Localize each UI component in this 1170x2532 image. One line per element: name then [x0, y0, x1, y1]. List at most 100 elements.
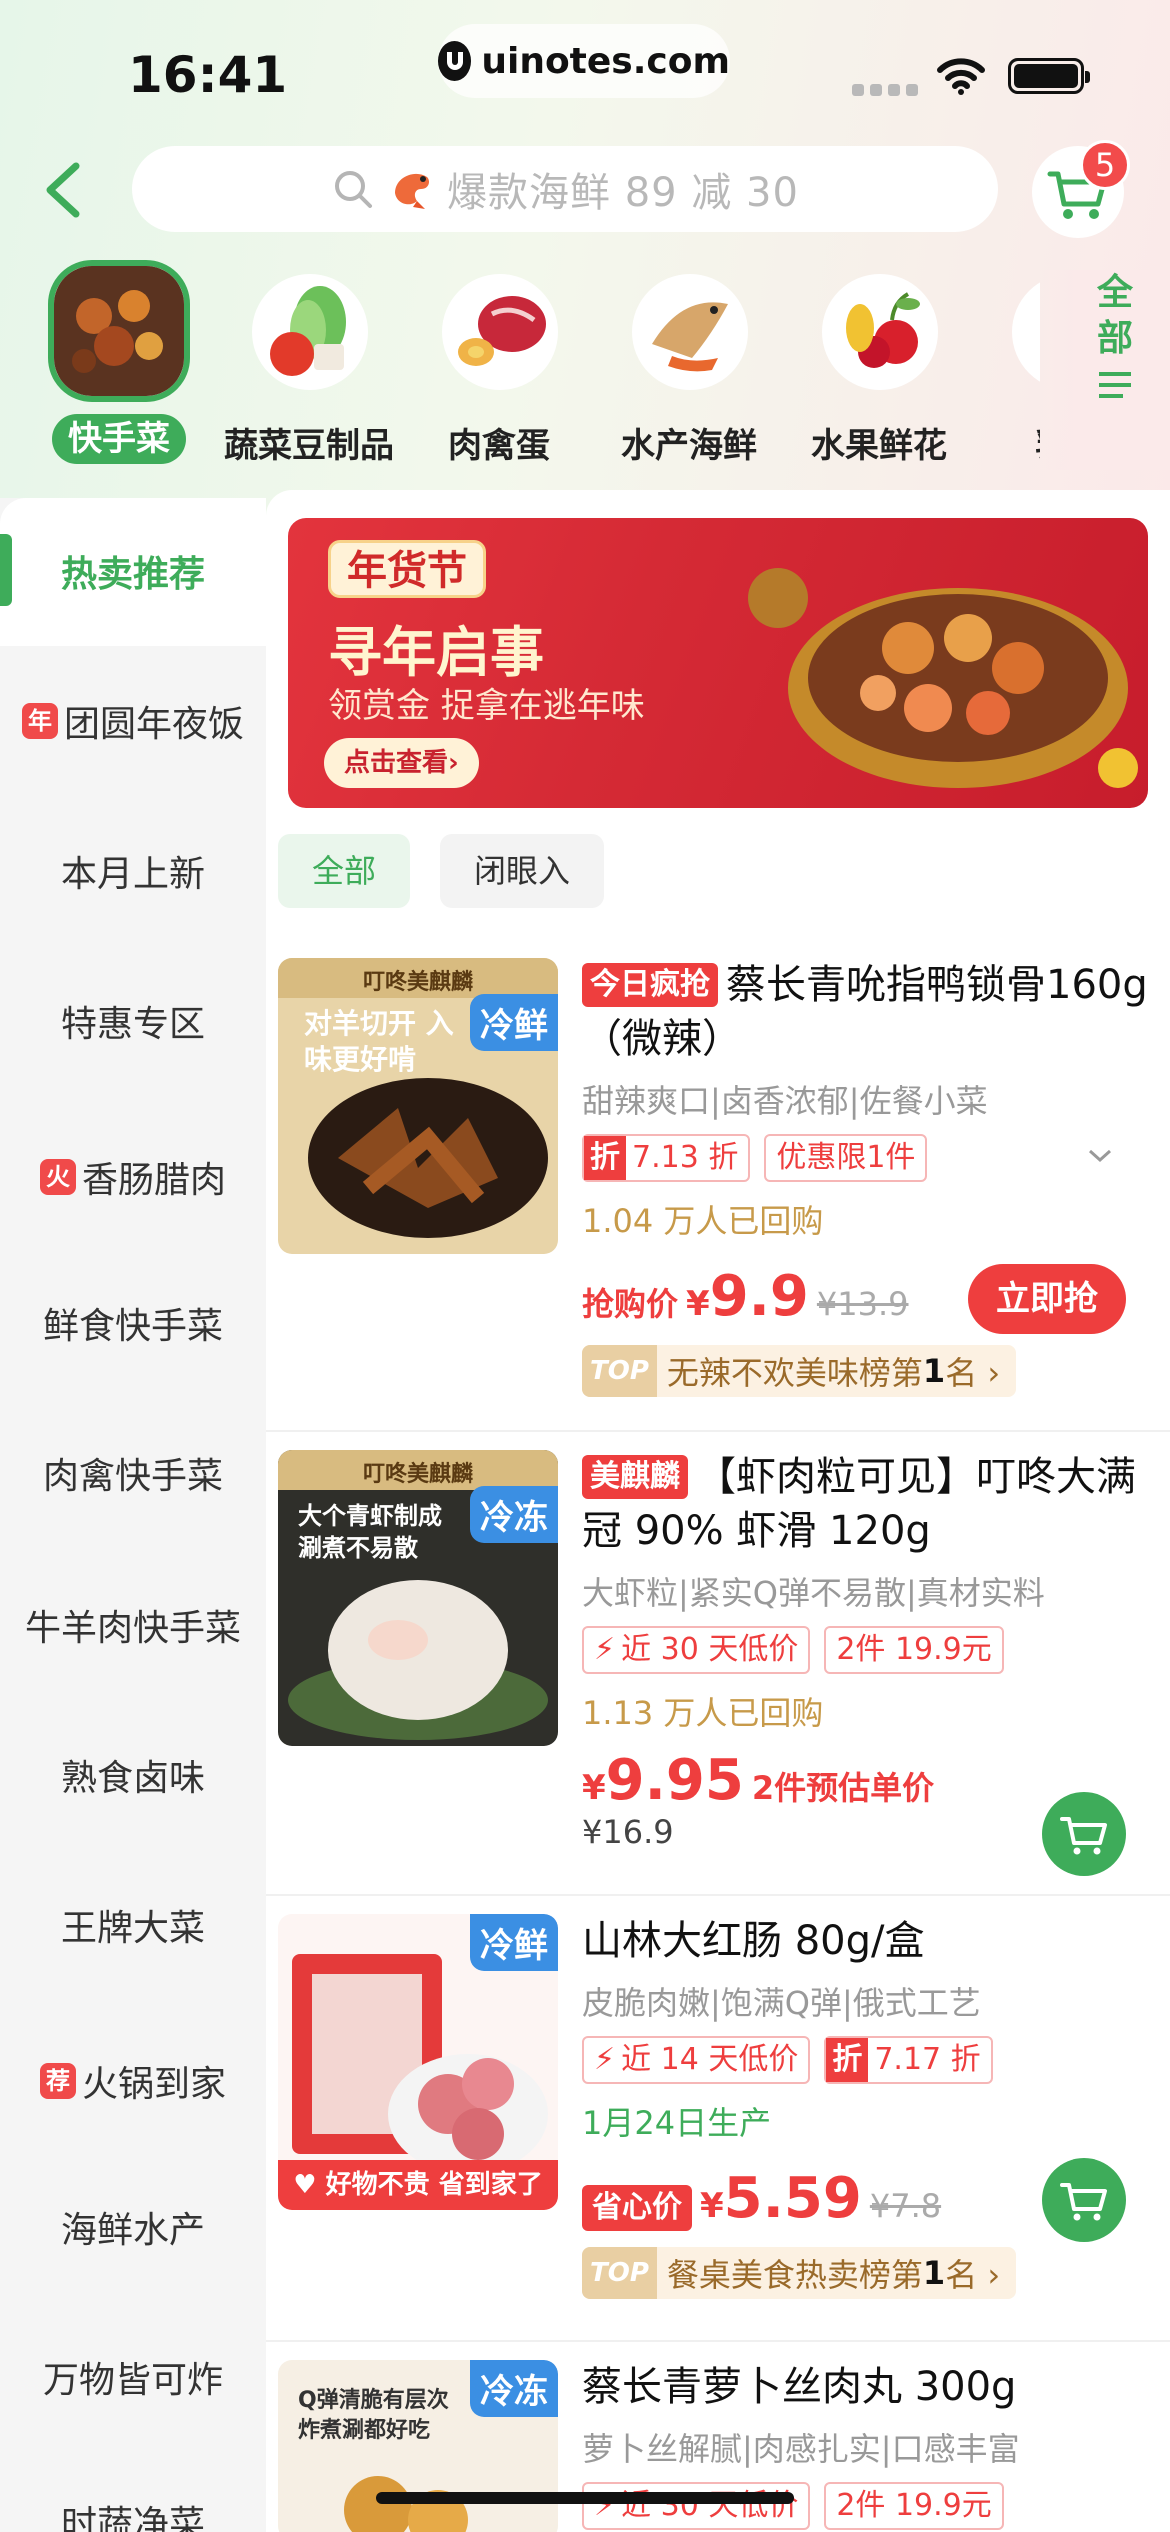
sidebar-item-fryables[interactable]: 万物皆可炸: [0, 2334, 266, 2420]
sidebar-item-fresh-quick[interactable]: 鲜食快手菜: [0, 1280, 266, 1366]
sidebar-item-label: 海鲜水产: [60, 2210, 205, 2251]
promo-chips: ⚡ 近 30 天低价 2件 19.9元: [582, 2482, 1156, 2530]
promo-banner[interactable]: 年货节 寻年启事 领赏金 捉拿在逃年味 点击查看›: [288, 518, 1148, 808]
category-scroller[interactable]: 快手菜 蔬菜豆制品 肉禽蛋 水产海鲜 水果鲜花: [0, 258, 1040, 468]
discount-chip: 折 7.17 折: [824, 2036, 993, 2084]
category-label: 肉禽蛋: [448, 426, 550, 466]
sidebar-item-signature[interactable]: 王牌大菜: [0, 1882, 266, 1968]
limit-chip: 优惠限1件: [764, 1134, 928, 1182]
product-image-text: Q弹清脆有层次 炸煮涮都好吃: [298, 2388, 449, 2443]
search-bar[interactable]: 爆款海鲜 89 减 30: [132, 146, 998, 232]
sidebar-item-label: 热卖推荐: [60, 554, 205, 595]
category-kuaishoucai[interactable]: 快手菜: [0, 258, 190, 468]
discount-icon: 折: [584, 1136, 626, 1180]
discount-icon: 折: [826, 2038, 869, 2082]
product-brand: 叮咚美麒麟: [362, 1462, 473, 1487]
product-subtitle: 萝卜丝解腻|肉感扎实|口感丰富: [582, 2430, 1020, 2468]
sidebar-item-label: 时蔬净菜: [60, 2504, 205, 2532]
chevron-down-icon[interactable]: [1086, 1146, 1114, 1166]
ranking-link[interactable]: TOP 餐桌美食热卖榜第 1 名 ›: [582, 2247, 1017, 2299]
banner-tag: 年货节: [328, 540, 486, 598]
url-text: uinotes.com: [481, 40, 730, 82]
fire-icon: 火: [39, 1159, 76, 1195]
ranking-link[interactable]: TOP 无辣不欢美味榜第 1 名 ›: [582, 1345, 1017, 1397]
cart-icon: [1060, 2183, 1107, 2221]
promo-chips: ⚡ 近 14 天低价 折 7.17 折: [582, 2036, 1156, 2084]
repurchase-count: 1.04 万人已回购: [582, 1202, 824, 1240]
category-meat-eggs[interactable]: 肉禽蛋: [404, 258, 594, 468]
cart-icon: [1060, 1817, 1107, 1855]
product-subtitle: 皮脆肉嫩|饱满Q弹|俄式工艺: [582, 1984, 981, 2022]
menu-icon: [1099, 372, 1131, 398]
category-vegetables[interactable]: 蔬菜豆制品: [214, 258, 404, 468]
category-label: 快手菜: [52, 414, 186, 464]
all-categories-label: 全部: [1096, 272, 1133, 359]
sidebar-item-beef-lamb[interactable]: 牛羊肉快手菜: [0, 1582, 266, 1668]
sidebar-item-new[interactable]: 本月上新: [0, 828, 266, 914]
product-subtitle: 甜辣爽口|卤香浓郁|佐餐小菜: [582, 1082, 988, 1120]
top-badge: TOP: [582, 1345, 657, 1397]
product-image[interactable]: 叮咚美麒麟 大个青虾制成 涮煮不易散 冷冻: [278, 1450, 558, 1746]
sidebar-tag-icon: 年: [21, 703, 58, 739]
product-image[interactable]: 冷鲜 ♥ 好物不贵 省到家了: [278, 1914, 558, 2210]
product-card[interactable]: 叮咚美麒麟 大个青虾制成 涮煮不易散 冷冻 美麒麟 【虾肉粒可见】叮咚大满冠 90…: [266, 1432, 1170, 1896]
sidebar-item-hot[interactable]: 热卖推荐: [0, 528, 266, 614]
product-image[interactable]: 叮咚美麒麟 对羊切开 入味更好啃 冷鲜: [278, 958, 558, 1254]
cart-count-badge: 5: [1080, 140, 1130, 190]
all-categories-button[interactable]: 全部: [1040, 270, 1170, 470]
sidebar-item-poultry-quick[interactable]: 肉禽快手菜: [0, 1430, 266, 1516]
sidebar-item-label: 万物皆可炸: [42, 2360, 223, 2401]
product-image[interactable]: Q弹清脆有层次 炸煮涮都好吃 冷冻: [278, 2360, 558, 2532]
category-label: 水产海鲜: [621, 426, 757, 466]
filter-must-buy[interactable]: 闭眼入: [440, 834, 605, 908]
sidebar-item-deli[interactable]: 熟食卤味: [0, 1732, 266, 1818]
bundle-chip: 2件 19.9元: [824, 2482, 1004, 2530]
sidebar-item-label: 熟食卤味: [60, 1758, 205, 1799]
sidebar-item-label: 火锅到家: [81, 2064, 226, 2105]
sidebar-item-seafood[interactable]: 海鲜水产: [0, 2184, 266, 2270]
promo-chips: ⚡ 近 30 天低价 2件 19.9元: [582, 1626, 1156, 1674]
frozen-badge: 冷冻: [470, 2360, 558, 2417]
cold-fresh-badge: 冷鲜: [470, 1914, 558, 1971]
cold-fresh-badge: 冷鲜: [470, 994, 558, 1051]
sidebar-item-specials[interactable]: 特惠专区: [0, 978, 266, 1064]
sidebar: 热卖推荐 年 团圆年夜饭 本月上新 特惠专区 火 香肠腊肉 鲜食快手菜 肉禽快手…: [0, 498, 266, 2532]
category-dairy[interactable]: 乳品: [974, 258, 1040, 468]
price: ¥5.59: [700, 2166, 862, 2231]
category-image: [822, 274, 938, 390]
banner-food-image: [748, 568, 1138, 788]
sidebar-item-label: 肉禽快手菜: [42, 1456, 223, 1497]
discount-chip: 折 7.13 折: [582, 1134, 751, 1182]
price-label: 抢购价: [582, 1285, 679, 1323]
home-indicator: [376, 2492, 794, 2504]
category-image: [1012, 274, 1040, 390]
sidebar-item-reunion-dinner[interactable]: 年 团圆年夜饭: [0, 678, 266, 764]
back-arrow-icon[interactable]: [36, 150, 96, 230]
product-card[interactable]: 叮咚美麒麟 对羊切开 入味更好啃 冷鲜 今日疯抢 蔡长青吮指鸭锁骨160g（微辣）…: [266, 940, 1170, 1432]
category-seafood[interactable]: 水产海鲜: [594, 258, 784, 468]
sidebar-item-label: 香肠腊肉: [81, 1160, 226, 1201]
sidebar-item-sausage[interactable]: 火 香肠腊肉: [0, 1134, 266, 1220]
product-title: 蔡长青萝卜丝肉丸 300g: [582, 2364, 1017, 2410]
grab-now-button[interactable]: 立即抢: [968, 1264, 1126, 1334]
filter-all[interactable]: 全部: [278, 834, 411, 908]
sidebar-item-label: 本月上新: [60, 854, 205, 895]
price: ¥9.9: [686, 1264, 809, 1329]
image-promo-banner: ♥ 好物不贵 省到家了: [278, 2160, 558, 2210]
low-price-chip: ⚡ 近 30 天低价: [582, 1626, 811, 1674]
url-pill[interactable]: uinotes.com: [438, 24, 730, 98]
battery-icon: [1008, 58, 1090, 94]
category-label: 蔬菜豆制品: [224, 426, 394, 466]
site-logo-icon: [438, 41, 472, 81]
banner-view-button[interactable]: 点击查看›: [324, 738, 479, 788]
sidebar-item-veg[interactable]: 时蔬净菜: [0, 2478, 266, 2532]
product-card[interactable]: 冷鲜 ♥ 好物不贵 省到家了 山林大红肠 80g/盒 皮脆肉嫩|饱满Q弹|俄式工…: [266, 1896, 1170, 2342]
sidebar-item-hotpot[interactable]: 荐 火锅到家: [0, 2038, 266, 2124]
repurchase-count: 1.13 万人已回购: [582, 1694, 824, 1732]
category-image: [252, 274, 368, 390]
category-fruits-flowers[interactable]: 水果鲜花: [784, 258, 974, 468]
add-to-cart-button[interactable]: [1042, 1792, 1126, 1876]
add-to-cart-button[interactable]: [1042, 2158, 1126, 2242]
sidebar-item-label: 特惠专区: [60, 1004, 205, 1045]
original-price: ¥7.8: [869, 2187, 942, 2225]
